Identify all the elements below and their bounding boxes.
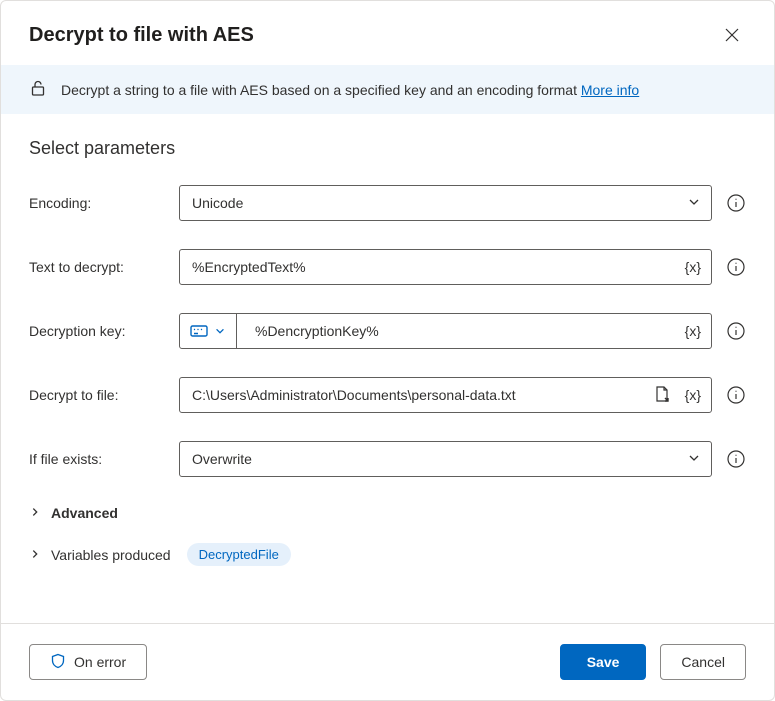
field-if-file-exists: If file exists: Overwrite [29,441,746,477]
chevron-right-icon [29,547,41,563]
file-browse-icon[interactable] [653,385,675,406]
section-title: Select parameters [29,138,746,159]
more-info-link[interactable]: More info [581,82,639,98]
encoding-value: Unicode [180,195,677,211]
info-icon[interactable] [726,385,746,405]
cancel-button[interactable]: Cancel [660,644,746,680]
field-decryption-key: Decryption key: %DencryptionKey% {x} [29,313,746,349]
secure-input-toggle[interactable] [180,314,237,348]
dialog-title: Decrypt to file with AES [29,24,254,47]
on-error-label: On error [74,654,126,670]
encoding-label: Encoding: [29,195,179,211]
cancel-label: Cancel [681,654,725,670]
decrypt-to-file-input[interactable]: C:\Users\Administrator\Documents\persona… [179,377,712,413]
if-file-exists-value: Overwrite [180,451,677,467]
info-bar-message: Decrypt a string to a file with AES base… [61,82,581,98]
info-bar: Decrypt a string to a file with AES base… [1,65,774,114]
dialog-header: Decrypt to file with AES [1,1,774,65]
decrypt-to-file-value: C:\Users\Administrator\Documents\persona… [180,387,653,403]
variable-pill[interactable]: DecryptedFile [187,543,291,566]
dialog-footer: On error Save Cancel [1,623,774,700]
on-error-button[interactable]: On error [29,644,147,680]
if-file-exists-select[interactable]: Overwrite [179,441,712,477]
chevron-right-icon [29,505,41,521]
variable-picker-icon[interactable]: {x} [675,387,711,403]
variables-produced-expander[interactable]: Variables produced DecryptedFile [29,543,746,566]
save-label: Save [587,654,620,670]
variable-picker-icon[interactable]: {x} [675,323,711,339]
decrypt-to-file-label: Decrypt to file: [29,387,179,403]
chevron-down-icon [677,451,711,468]
decryption-key-value: %DencryptionKey% [237,323,675,339]
if-file-exists-label: If file exists: [29,451,179,467]
decryption-key-label: Decryption key: [29,323,179,339]
text-to-decrypt-label: Text to decrypt: [29,259,179,275]
close-icon [724,27,740,43]
text-to-decrypt-input[interactable]: %EncryptedText% {x} [179,249,712,285]
field-decrypt-to-file: Decrypt to file: C:\Users\Administrator\… [29,377,746,413]
encoding-select[interactable]: Unicode [179,185,712,221]
dialog: Decrypt to file with AES Decrypt a strin… [0,0,775,701]
field-text-to-decrypt: Text to decrypt: %EncryptedText% {x} [29,249,746,285]
info-bar-text: Decrypt a string to a file with AES base… [61,82,639,98]
advanced-label: Advanced [51,505,118,521]
chevron-down-icon [677,195,711,212]
variable-picker-icon[interactable]: {x} [675,259,711,275]
variables-produced-label: Variables produced [51,547,171,563]
secure-input-icon [190,324,208,338]
text-to-decrypt-value: %EncryptedText% [180,259,675,275]
info-icon[interactable] [726,321,746,341]
info-icon[interactable] [726,449,746,469]
decryption-key-input[interactable]: %DencryptionKey% {x} [179,313,712,349]
unlock-icon [29,79,47,100]
chevron-down-icon [214,325,226,337]
close-button[interactable] [718,21,746,49]
info-icon[interactable] [726,257,746,277]
save-button[interactable]: Save [560,644,647,680]
shield-icon [50,653,66,672]
info-icon[interactable] [726,193,746,213]
advanced-expander[interactable]: Advanced [29,505,746,521]
dialog-body: Select parameters Encoding: Unicode Text… [1,114,774,623]
field-encoding: Encoding: Unicode [29,185,746,221]
